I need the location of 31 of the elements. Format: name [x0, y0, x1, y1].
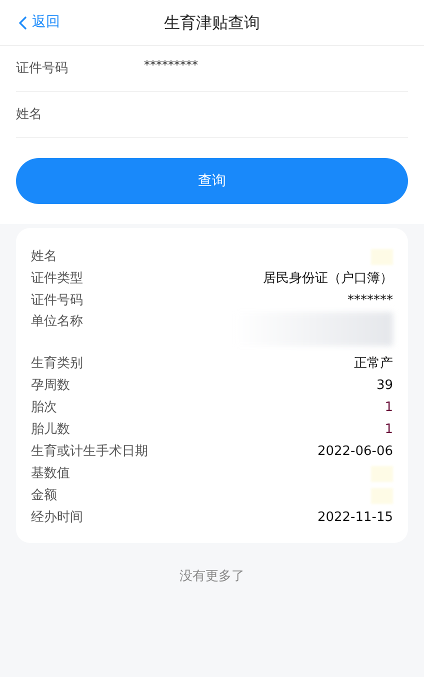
- field-value: 39: [376, 377, 393, 396]
- field-label: 经办时间: [31, 509, 83, 528]
- field-value: 2022-06-06: [317, 443, 393, 462]
- field-label: 胎儿数: [31, 421, 70, 440]
- field-label: 生育或计生手术日期: [31, 442, 148, 462]
- chevron-left-icon: [18, 16, 28, 30]
- field-value: 1: [384, 421, 393, 440]
- field-label: 证件号码: [31, 292, 83, 310]
- redaction-mark: [371, 249, 393, 265]
- input-field[interactable]: *********: [144, 56, 408, 74]
- field-label: 金额: [31, 487, 57, 506]
- field-label: 证件类型: [31, 270, 83, 288]
- query-button[interactable]: 查询: [16, 158, 408, 204]
- redaction-mark: [371, 488, 393, 504]
- end-of-list-text: 没有更多了: [180, 568, 244, 586]
- field-label: 姓名: [16, 106, 43, 124]
- page-title: 生育津贴查询: [164, 12, 260, 34]
- field-label: 证件号码: [16, 60, 69, 78]
- redaction-mark: [371, 466, 393, 482]
- field-value: 2022-11-15: [317, 509, 393, 528]
- field-label: 姓名: [31, 248, 57, 266]
- field-value: 正常产: [354, 355, 393, 374]
- field-value: *******: [348, 292, 393, 310]
- field-label: 单位名称: [31, 313, 83, 331]
- back-button[interactable]: 返回: [18, 12, 60, 33]
- field-label: 基数值: [31, 465, 70, 484]
- field-label: 孕周数: [31, 377, 70, 396]
- field-value: 居民身份证（户口簿）: [263, 270, 393, 288]
- field-value: 1: [384, 399, 393, 418]
- field-label: 生育类别: [31, 354, 83, 374]
- field-label: 胎次: [31, 399, 57, 418]
